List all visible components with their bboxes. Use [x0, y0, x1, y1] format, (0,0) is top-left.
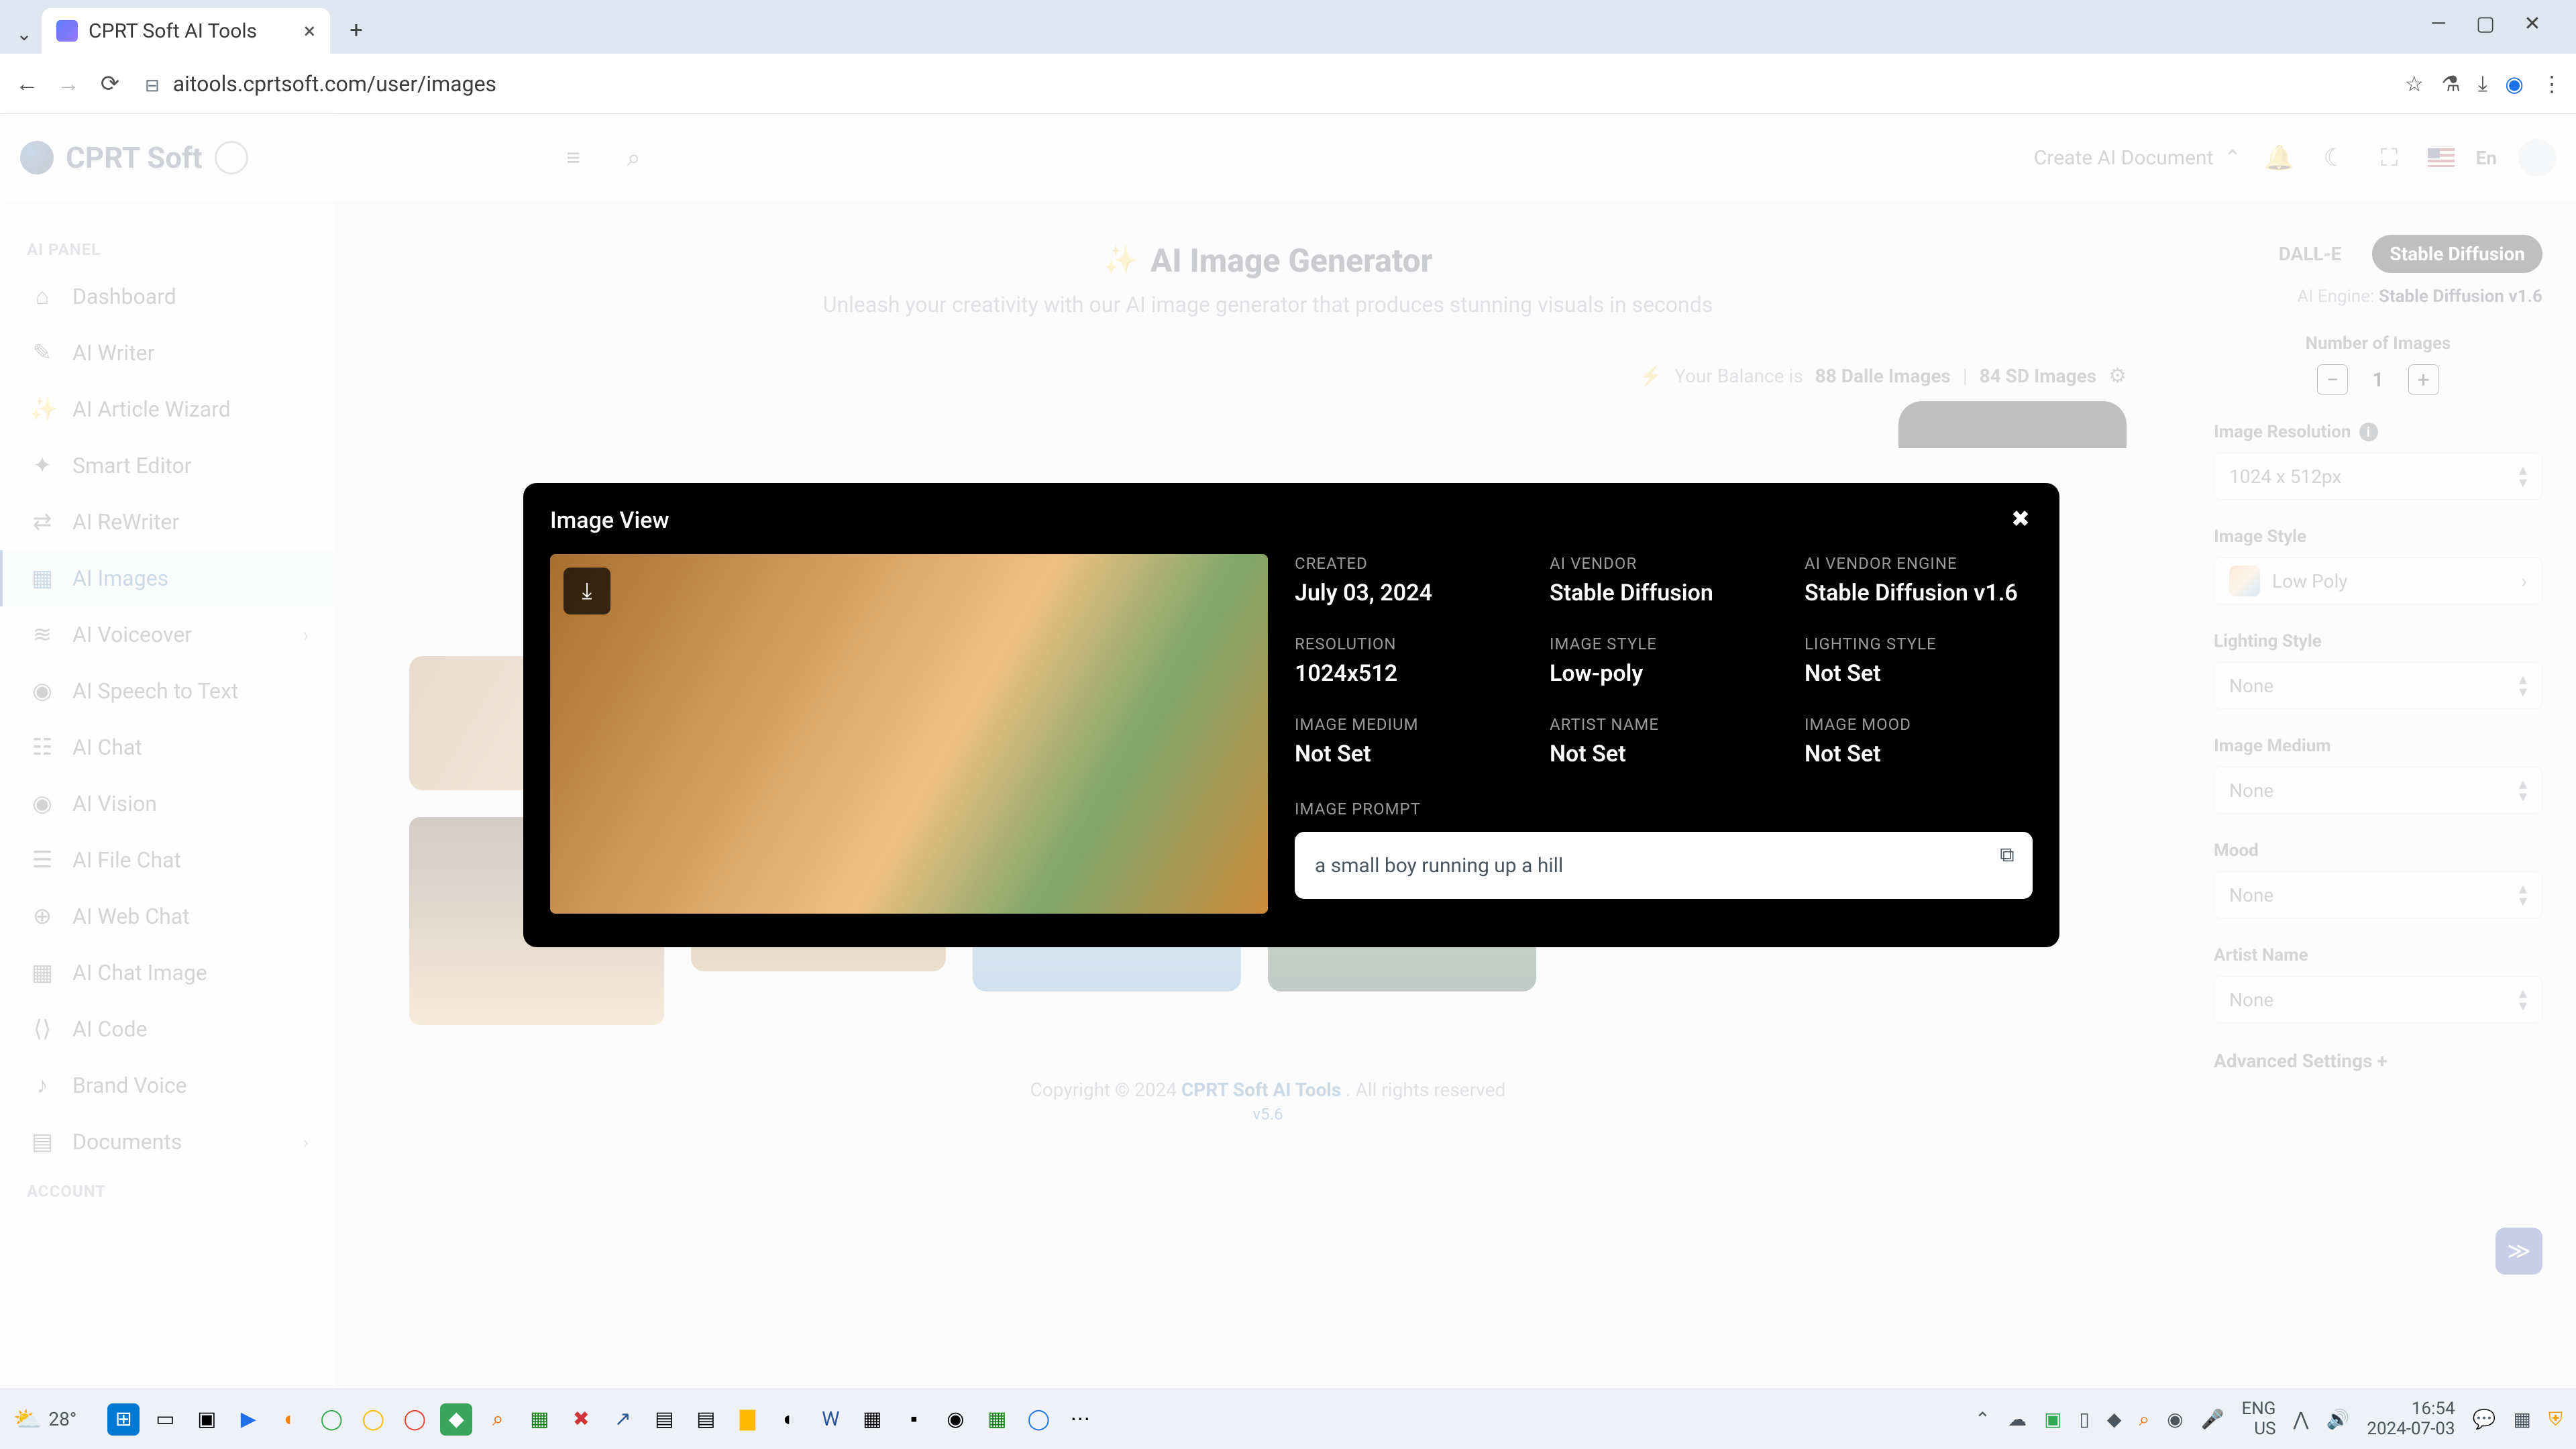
app-icon[interactable]: ▪	[898, 1403, 930, 1436]
tab-favicon	[56, 20, 78, 42]
meta-vendor-label: AI VENDOR	[1550, 554, 1778, 573]
tab-title: CPRT Soft AI Tools	[89, 19, 257, 43]
meta-prompt-label: IMAGE PROMPT	[1295, 800, 2033, 818]
minimize-icon[interactable]: —	[2422, 7, 2455, 40]
bookmark-icon[interactable]: ☆	[2405, 71, 2424, 97]
tab-close-icon[interactable]: ×	[304, 18, 315, 44]
meta-artist-value: Not Set	[1550, 741, 1778, 767]
profile-icon[interactable]: ◉	[2505, 71, 2524, 97]
steam-icon[interactable]: ◉	[939, 1403, 971, 1436]
modal-image-preview: ⤓	[550, 554, 1268, 914]
tray-discord-icon[interactable]: ◉	[2167, 1408, 2183, 1430]
meta-style-value: Low-poly	[1550, 660, 1778, 687]
modal-close-button[interactable]: ✖	[2004, 503, 2037, 535]
system-tray: ⌃ ☁ ▣ ▯ ◆ ⌕ ◉ 🎤 ENGUS ⋀ 🔊 16:542024-07-0…	[1975, 1399, 2563, 1440]
chrome-active-icon[interactable]: ◯	[1022, 1403, 1055, 1436]
weather-widget[interactable]: ⛅ 28°	[13, 1406, 76, 1433]
meta-vendor-value: Stable Diffusion	[1550, 580, 1778, 606]
kebab-menu-icon[interactable]: ⋮	[2541, 71, 2563, 97]
back-button[interactable]: ←	[13, 70, 40, 97]
tab-list-dropdown[interactable]: ⌄	[11, 20, 38, 47]
modal-metadata: CREATED July 03, 2024 AI VENDOR Stable Dif…	[1295, 554, 2033, 914]
meta-style-label: IMAGE STYLE	[1550, 635, 1778, 653]
tray-search-icon[interactable]: ⌕	[2139, 1408, 2149, 1431]
tray-shield-icon[interactable]: ⛨	[2548, 1408, 2563, 1431]
everything-icon[interactable]: ⌕	[482, 1403, 514, 1436]
terminal-icon[interactable]: ▣	[191, 1403, 223, 1436]
prompt-display: a small boy running up a hill ⧉	[1295, 832, 2033, 899]
meta-medium-value: Not Set	[1295, 741, 1523, 767]
word-icon[interactable]: W	[814, 1403, 847, 1436]
maximize-icon[interactable]: ▢	[2469, 7, 2502, 40]
close-app-icon[interactable]: ✖	[565, 1403, 597, 1436]
url-text: aitools.cprtsoft.com/user/images	[173, 71, 496, 97]
lang-indicator[interactable]: ENGUS	[2241, 1399, 2275, 1440]
taskview-icon[interactable]: ▭	[149, 1403, 181, 1436]
app-icon[interactable]: ↗	[606, 1403, 639, 1436]
meta-mood-value: Not Set	[1805, 741, 2033, 767]
weather-icon: ⛅	[13, 1406, 42, 1433]
address-bar: ← → ⟳ ⊟ aitools.cprtsoft.com/user/images…	[0, 54, 2576, 114]
prompt-text: a small boy running up a hill	[1315, 854, 1563, 877]
meta-created-label: CREATED	[1295, 554, 1523, 573]
notifications-tray-icon[interactable]: 💬	[2473, 1408, 2496, 1430]
meta-created-value: July 03, 2024	[1295, 580, 1523, 606]
tray-app3-icon[interactable]: ▦	[2514, 1408, 2531, 1430]
app-icon[interactable]: ◐	[773, 1403, 805, 1436]
window-controls: — ▢ ✕	[2422, 7, 2569, 54]
windows-taskbar: ⛅ 28° ⊞ ▭ ▣ ▶ ◐ ◯ ◯ ◯ ◆ ⌕ ▦ ✖ ↗ ▤ ▤ ▇ ◐ …	[0, 1389, 2576, 1449]
tray-chevron-icon[interactable]: ⌃	[1975, 1408, 1990, 1430]
meta-lighting-value: Not Set	[1805, 660, 2033, 687]
app-icon[interactable]: ◆	[440, 1403, 472, 1436]
modal-title: Image View	[550, 507, 2033, 534]
excel2-icon[interactable]: ▦	[981, 1403, 1013, 1436]
meta-mood-label: IMAGE MOOD	[1805, 715, 2033, 734]
download-image-button[interactable]: ⤓	[564, 568, 610, 614]
more-apps-icon[interactable]: ⋯	[1064, 1403, 1096, 1436]
app-icon[interactable]: ▤	[690, 1403, 722, 1436]
labs-icon[interactable]: ⚗	[2441, 71, 2461, 97]
clock[interactable]: 16:542024-07-03	[2367, 1399, 2455, 1440]
tray-onedrive-icon[interactable]: ☁	[2008, 1408, 2027, 1430]
tray-app-icon[interactable]: ▣	[2044, 1408, 2061, 1430]
image-view-modal: Image View ✖ ⤓ CREATED July 03, 2024 AI V…	[523, 483, 2059, 947]
volume-icon[interactable]: 🔊	[2326, 1408, 2349, 1430]
chrome-icon[interactable]: ◯	[315, 1403, 347, 1436]
meta-medium-label: IMAGE MEDIUM	[1295, 715, 1523, 734]
wifi-icon[interactable]: ⋀	[2294, 1408, 2309, 1430]
chrome-beta-icon[interactable]: ◯	[357, 1403, 389, 1436]
url-field[interactable]: ⊟ aitools.cprtsoft.com/user/images	[138, 71, 2390, 97]
powershell-icon[interactable]: ▶	[232, 1403, 264, 1436]
copy-prompt-button[interactable]: ⧉	[1994, 841, 2021, 868]
notepad-icon[interactable]: ▤	[648, 1403, 680, 1436]
firefox-icon[interactable]: ◐	[274, 1403, 306, 1436]
downloads-icon[interactable]: ⤓	[2478, 70, 2487, 97]
close-window-icon[interactable]: ✕	[2516, 7, 2549, 40]
tray-battery-icon[interactable]: ▯	[2080, 1408, 2090, 1430]
browser-tab-active[interactable]: CPRT Soft AI Tools ×	[42, 8, 330, 54]
meta-engine-label: AI VENDOR ENGINE	[1805, 554, 2033, 573]
start-icon[interactable]: ⊞	[107, 1403, 140, 1436]
meta-lighting-label: LIGHTING STYLE	[1805, 635, 2033, 653]
excel-icon[interactable]: ▦	[523, 1403, 555, 1436]
reload-button[interactable]: ⟳	[97, 70, 123, 97]
meta-resolution-label: RESOLUTION	[1295, 635, 1523, 653]
browser-tab-bar: ⌄ CPRT Soft AI Tools × + — ▢ ✕	[0, 0, 2576, 54]
meta-artist-label: ARTIST NAME	[1550, 715, 1778, 734]
meta-engine-value: Stable Diffusion v1.6	[1805, 580, 2033, 606]
new-tab-button[interactable]: +	[339, 13, 373, 47]
chrome-dev-icon[interactable]: ◯	[398, 1403, 431, 1436]
calendar-icon[interactable]: ▦	[856, 1403, 888, 1436]
explorer-icon[interactable]: ▇	[731, 1403, 763, 1436]
taskbar-apps: ⊞ ▭ ▣ ▶ ◐ ◯ ◯ ◯ ◆ ⌕ ▦ ✖ ↗ ▤ ▤ ▇ ◐ W ▦ ▪ …	[107, 1403, 1096, 1436]
weather-temp: 28°	[48, 1408, 76, 1430]
tray-app2-icon[interactable]: ◆	[2107, 1408, 2122, 1430]
meta-resolution-value: 1024x512	[1295, 660, 1523, 687]
forward-button[interactable]: →	[55, 70, 82, 97]
site-settings-icon[interactable]: ⊟	[145, 76, 160, 96]
browser-chrome: ⌄ CPRT Soft AI Tools × + — ▢ ✕ ← → ⟳ ⊟ a…	[0, 0, 2576, 114]
tray-mic-icon[interactable]: 🎤	[2201, 1408, 2224, 1430]
